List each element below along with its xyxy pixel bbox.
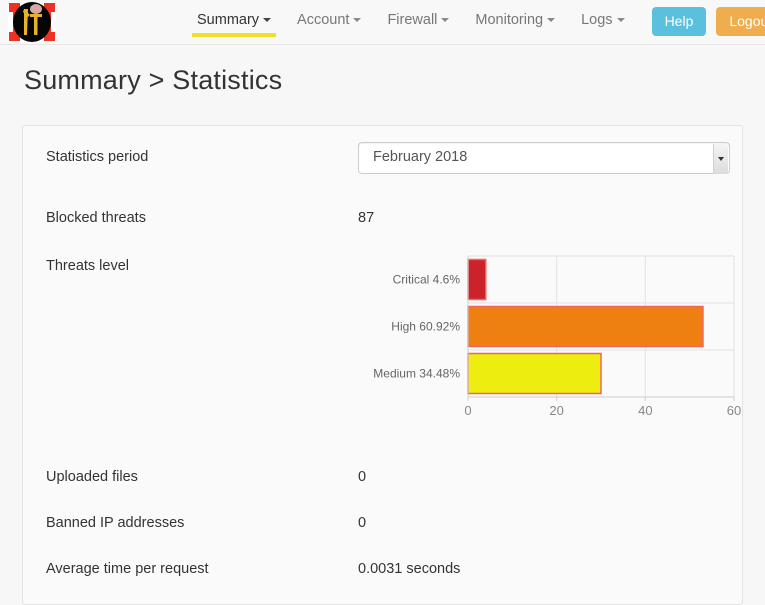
nav-item-monitoring[interactable]: Monitoring xyxy=(462,0,568,45)
row-uploaded-files: Uploaded files 0 xyxy=(23,469,742,485)
row-blocked-threats: Blocked threats 87 xyxy=(23,210,742,226)
chevron-down-icon xyxy=(718,157,724,161)
nav-item-account[interactable]: Account xyxy=(284,0,374,45)
svg-text:60: 60 xyxy=(727,403,741,418)
page-title: Summary > Statistics xyxy=(24,65,283,95)
statistics-panel: Statistics period February 2018 Blocked … xyxy=(22,125,743,605)
nav-label-logs: Logs xyxy=(581,12,613,28)
svg-text:Medium 34.48%: Medium 34.48% xyxy=(373,367,460,381)
app-logo[interactable] xyxy=(6,0,58,45)
svg-text:Critical 4.6%: Critical 4.6% xyxy=(393,273,461,287)
chevron-down-icon xyxy=(616,18,625,23)
threats-level-bar-chart: Critical 4.6% High 60.92% Medium 34.48% 0 20… xyxy=(373,255,741,418)
nav-item-logs[interactable]: Logs xyxy=(568,0,637,45)
nav-label-account: Account xyxy=(297,12,350,28)
svg-text:High 60.92%: High 60.92% xyxy=(391,320,460,334)
help-button[interactable]: Help xyxy=(651,7,707,37)
value-average-time-per-request: 0.0031 seconds xyxy=(358,561,461,577)
app-logo-icon xyxy=(8,2,56,43)
row-banned-ip-addresses: Banned IP addresses 0 xyxy=(23,515,742,531)
label-uploaded-files: Uploaded files xyxy=(46,469,138,485)
nav-item-firewall[interactable]: Firewall xyxy=(374,0,462,45)
top-navbar: Summary Account Firewall Monitoring Logs… xyxy=(0,0,765,45)
label-statistics-period: Statistics period xyxy=(46,149,149,165)
logout-button[interactable]: Logout xyxy=(716,7,765,37)
svg-text:20: 20 xyxy=(549,403,563,418)
chevron-down-icon xyxy=(263,18,272,23)
navbar-actions: Help Logout xyxy=(651,0,765,37)
label-threats-level: Threats level xyxy=(46,258,130,274)
nav-label-monitoring: Monitoring xyxy=(475,12,544,28)
label-banned-ip-addresses: Banned IP addresses xyxy=(46,515,185,531)
chevron-down-icon xyxy=(547,18,556,23)
value-blocked-threats: 87 xyxy=(358,210,375,226)
label-average-time-per-request: Average time per request xyxy=(46,561,209,577)
label-blocked-threats: Blocked threats xyxy=(46,210,146,226)
value-banned-ip-addresses: 0 xyxy=(358,515,367,531)
row-threats-level: Threats level Critical 4.6% High 60.92% Me… xyxy=(23,255,742,439)
select-arrow-button[interactable] xyxy=(713,144,728,174)
row-statistics-period: Statistics period February 2018 xyxy=(23,142,742,174)
value-uploaded-files: 0 xyxy=(358,469,367,485)
statistics-period-selected-value: February 2018 xyxy=(373,149,468,165)
nav-label-firewall: Firewall xyxy=(387,12,438,28)
chevron-down-icon xyxy=(441,18,450,23)
nav-item-summary[interactable]: Summary xyxy=(184,0,284,45)
nav-label-summary: Summary xyxy=(197,12,260,28)
threats-level-chart: Critical 4.6% High 60.92% Medium 34.48% 0 20… xyxy=(358,254,743,439)
row-average-time-per-request: Average time per request 0.0031 seconds xyxy=(23,561,742,577)
chevron-down-icon xyxy=(353,18,362,23)
svg-text:0: 0 xyxy=(464,403,471,418)
svg-text:40: 40 xyxy=(638,403,652,418)
statistics-period-select[interactable]: February 2018 xyxy=(358,142,730,174)
main-nav: Summary Account Firewall Monitoring Logs xyxy=(184,0,638,45)
